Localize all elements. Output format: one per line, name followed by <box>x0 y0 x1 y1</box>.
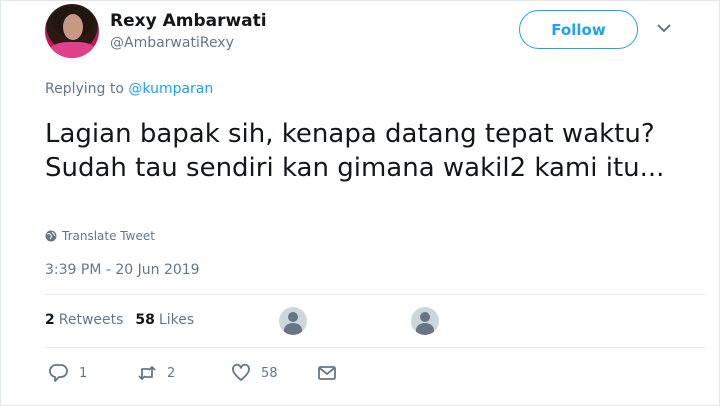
likes-label: Likes <box>158 312 195 328</box>
liker-avatar[interactable] <box>279 307 307 335</box>
follow-button[interactable]: Follow <box>519 10 638 49</box>
liker-avatar[interactable] <box>411 307 439 335</box>
retweet-icon <box>138 366 156 380</box>
chevron-down-icon[interactable] <box>657 23 671 33</box>
tweet-card: Rexy Ambarwati @AmbarwatiRexy Follow Rep… <box>0 0 720 406</box>
likes-stat[interactable]: 58 Likes <box>135 312 194 328</box>
reply-button[interactable]: 1 <box>49 363 87 383</box>
replying-prefix: Replying to <box>45 81 129 97</box>
tweet-stats: 2 Retweets 58 Likes <box>45 312 194 328</box>
like-button[interactable]: 58 <box>231 363 278 383</box>
divider-top <box>45 294 705 295</box>
translate-label: Translate Tweet <box>62 229 155 243</box>
retweet-count: 2 <box>167 365 176 381</box>
retweet-button[interactable]: 2 <box>137 363 175 383</box>
replying-to: Replying to @kumparan <box>45 81 213 97</box>
retweets-stat[interactable]: 2 Retweets <box>45 312 123 328</box>
translate-tweet-link[interactable]: Translate Tweet <box>45 229 155 243</box>
retweets-label: Retweets <box>58 312 124 328</box>
tweet-text: Lagian bapak sih, kenapa datang tepat wa… <box>45 119 665 183</box>
reply-count: 1 <box>79 365 88 381</box>
divider-bottom <box>45 347 705 348</box>
author-handle[interactable]: @AmbarwatiRexy <box>110 35 234 51</box>
globe-icon <box>45 230 57 242</box>
tweet-timestamp[interactable]: 3:39 PM - 20 Jun 2019 <box>45 262 200 278</box>
author-avatar[interactable] <box>45 4 99 58</box>
reply-icon <box>49 364 68 382</box>
message-icon <box>318 366 336 380</box>
tweet-actions: 1 2 58 <box>45 363 365 387</box>
retweets-count: 2 <box>45 312 55 328</box>
message-button[interactable] <box>317 363 337 383</box>
replying-to-link[interactable]: @kumparan <box>128 81 213 97</box>
like-count: 58 <box>261 365 278 381</box>
heart-icon <box>232 363 250 381</box>
likes-count: 58 <box>135 312 155 328</box>
author-name[interactable]: Rexy Ambarwati <box>110 11 267 31</box>
